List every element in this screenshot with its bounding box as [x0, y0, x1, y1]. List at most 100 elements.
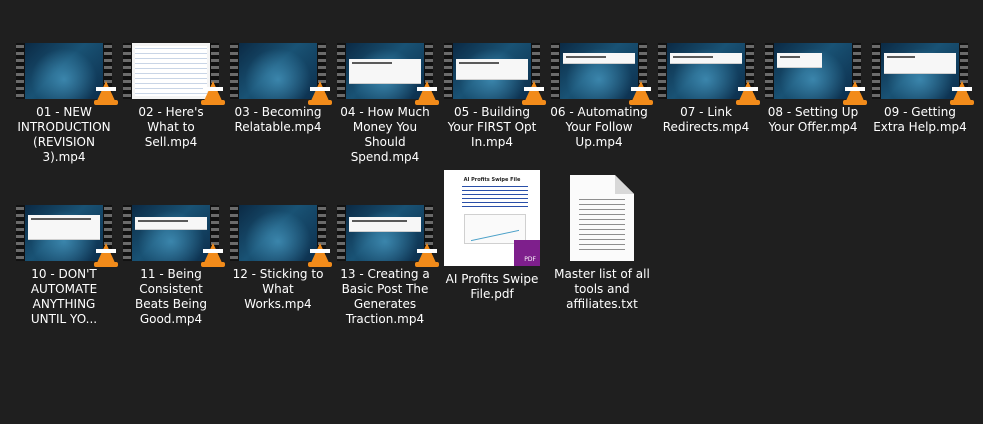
file-item-09-getting-extra-help[interactable]: 09 - Getting Extra Help.mp4 [870, 43, 974, 135]
video-thumbnail [16, 205, 118, 267]
pdf-badge-label: PDF [524, 256, 536, 263]
file-name: 13 - Creating a Basic Post The Generates… [340, 267, 430, 326]
file-name: AI Profits Swipe File.pdf [445, 272, 539, 301]
overlay-banner [884, 53, 956, 74]
file-item-12-sticking-to-what-works[interactable]: 12 - Sticking to What Works.mp4 [228, 205, 332, 312]
file-item-ai-profits-swipe-file[interactable]: AI Profits Swipe File PDF AI Profits Swi… [442, 170, 542, 302]
overlay-text-line [566, 56, 606, 58]
overlay-text-line [138, 220, 188, 222]
video-thumbnail [337, 205, 439, 267]
video-frame [25, 43, 103, 99]
vlc-cone-icon [631, 81, 651, 103]
file-item-02-heres-what-to-sell[interactable]: 02 - Here's What to Sell.mp4 [121, 43, 225, 150]
file-item-10-dont-automate[interactable]: 10 - DON'T AUTOMATE ANYTHING UNTIL YO... [14, 205, 118, 327]
vlc-cone-icon [952, 81, 972, 103]
video-thumbnail [230, 43, 332, 105]
film-sprockets-left [16, 43, 24, 99]
video-frame [774, 43, 852, 99]
overlay-text-line [673, 56, 713, 58]
overlay-text-line [31, 218, 91, 220]
video-thumbnail [230, 205, 332, 267]
video-thumbnail [123, 205, 225, 267]
overlay-text-line [459, 62, 499, 64]
video-frame [132, 205, 210, 261]
file-item-11-being-consistent[interactable]: 11 - Being Consistent Beats Being Good.m… [121, 205, 225, 327]
video-thumbnail [765, 43, 867, 105]
overlay-banner [777, 53, 822, 68]
file-name: 06 - Automating Your Follow Up.mp4 [550, 105, 648, 149]
film-sprockets-left [123, 205, 131, 261]
vlc-cone-icon [310, 81, 330, 103]
film-sprockets-left [230, 205, 238, 261]
file-name: Master list of all tools and affiliates.… [554, 267, 650, 311]
vlc-cone-icon [310, 243, 330, 265]
vlc-cone-icon [203, 243, 223, 265]
file-name: 12 - Sticking to What Works.mp4 [232, 267, 324, 311]
file-name: 07 - Link Redirects.mp4 [662, 105, 750, 134]
video-frame [25, 205, 103, 261]
file-name: 08 - Setting Up Your Offer.mp4 [767, 105, 859, 134]
vlc-cone-icon [524, 81, 544, 103]
overlay-banner [670, 53, 742, 64]
video-thumbnail [551, 43, 653, 105]
video-thumbnail [16, 43, 118, 105]
file-item-07-link-redirects[interactable]: 07 - Link Redirects.mp4 [656, 43, 760, 135]
file-item-08-setting-up-offer[interactable]: 08 - Setting Up Your Offer.mp4 [763, 43, 867, 135]
vlc-cone-icon [738, 81, 758, 103]
film-sprockets-left [765, 43, 773, 99]
file-item-04-how-much-money[interactable]: 04 - How Much Money You Should Spend.mp4 [335, 43, 439, 165]
film-sprockets-left [230, 43, 238, 99]
overlay-banner [349, 217, 421, 232]
vlc-cone-icon [96, 81, 116, 103]
film-sprockets-left [444, 43, 452, 99]
overlay-banner [456, 59, 528, 80]
file-item-06-automating-follow-up[interactable]: 06 - Automating Your Follow Up.mp4 [549, 43, 653, 150]
file-name: 02 - Here's What to Sell.mp4 [138, 105, 204, 149]
video-frame [346, 43, 424, 99]
text-document-icon [570, 175, 634, 261]
video-frame [667, 43, 745, 99]
video-frame [346, 205, 424, 261]
file-name: 10 - DON'T AUTOMATE ANYTHING UNTIL YO... [30, 267, 98, 326]
video-thumbnail [123, 43, 225, 105]
file-item-master-list-txt[interactable]: Master list of all tools and affiliates.… [552, 170, 652, 312]
film-sprockets-left [123, 43, 131, 99]
file-item-05-building-first-opt-in[interactable]: 05 - Building Your FIRST Opt In.mp4 [442, 43, 546, 150]
video-thumbnail [337, 43, 439, 105]
overlay-banner [28, 215, 100, 240]
pdf-preview-title: AI Profits Swipe File [463, 177, 521, 183]
vlc-cone-icon [417, 81, 437, 103]
film-sprockets-left [16, 205, 24, 261]
overlay-text-line [887, 56, 915, 58]
overlay-text-line [352, 220, 407, 222]
video-frame [239, 205, 317, 261]
video-thumbnail [872, 43, 974, 105]
file-name: 09 - Getting Extra Help.mp4 [873, 105, 967, 134]
video-frame [453, 43, 531, 99]
pdf-preview-lines [462, 186, 528, 210]
overlay-banner [349, 59, 421, 84]
video-frame [239, 43, 317, 99]
vlc-cone-icon [845, 81, 865, 103]
film-sprockets-left [872, 43, 880, 99]
overlay-text-line [780, 56, 800, 58]
folder-view: 01 - NEW INTRODUCTION (REVISION 3).mp4 0… [0, 0, 983, 424]
file-item-03-becoming-relatable[interactable]: 03 - Becoming Relatable.mp4 [228, 43, 332, 135]
file-name: 04 - How Much Money You Should Spend.mp4 [340, 105, 430, 164]
video-thumbnail [444, 43, 546, 105]
document-preview-lines [135, 46, 207, 96]
file-item-01-new-introduction[interactable]: 01 - NEW INTRODUCTION (REVISION 3).mp4 [14, 43, 118, 165]
file-name: 05 - Building Your FIRST Opt In.mp4 [447, 105, 537, 149]
overlay-banner [563, 53, 635, 64]
film-sprockets-left [551, 43, 559, 99]
vlc-cone-icon [417, 243, 437, 265]
overlay-banner [135, 217, 207, 230]
overlay-text-line [352, 62, 392, 64]
file-item-13-creating-basic-post[interactable]: 13 - Creating a Basic Post The Generates… [335, 205, 439, 327]
text-lines [579, 199, 625, 253]
video-frame [132, 43, 210, 99]
pdf-badge-icon: PDF [514, 240, 540, 266]
pdf-thumbnail: AI Profits Swipe File PDF [444, 170, 540, 266]
file-name: 01 - NEW INTRODUCTION (REVISION 3).mp4 [17, 105, 111, 164]
file-name: 11 - Being Consistent Beats Being Good.m… [135, 267, 207, 326]
